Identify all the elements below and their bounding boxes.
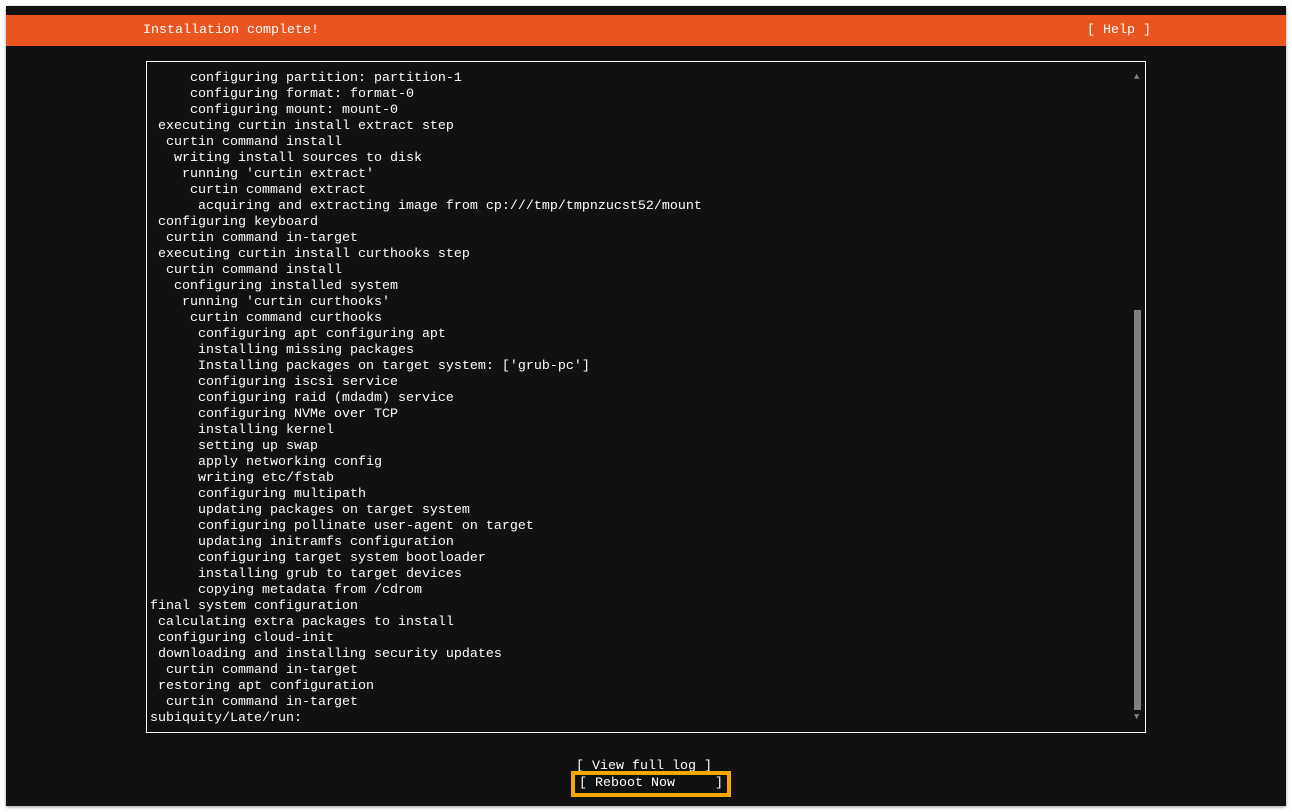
log-line: acquiring and extracting image from cp:/… <box>150 199 702 215</box>
log-line: writing etc/fstab <box>150 471 702 487</box>
log-line: curtin command in-target <box>150 231 702 247</box>
log-line: configuring pollinate user-agent on targ… <box>150 519 702 535</box>
log-line: executing curtin install curthooks step <box>150 247 702 263</box>
log-line: configuring raid (mdadm) service <box>150 391 702 407</box>
log-line: downloading and installing security upda… <box>150 647 702 663</box>
log-line: restoring apt configuration <box>150 679 702 695</box>
log-line: configuring keyboard <box>150 215 702 231</box>
reboot-now-button[interactable]: [ Reboot Now ] <box>571 771 731 797</box>
log-line: running 'curtin curthooks' <box>150 295 702 311</box>
log-line: configuring format: format-0 <box>150 87 702 103</box>
log-line: curtin command install <box>150 263 702 279</box>
log-line: curtin command extract <box>150 183 702 199</box>
log-line: running 'curtin extract' <box>150 167 702 183</box>
log-line: installing grub to target devices <box>150 567 702 583</box>
log-line: installing missing packages <box>150 343 702 359</box>
log-line: curtin command curthooks <box>150 311 702 327</box>
log-line: Installing packages on target system: ['… <box>150 359 702 375</box>
header-bar: Installation complete! [ Help ] <box>6 15 1286 46</box>
log-line: installing kernel <box>150 423 702 439</box>
scrollbar-thumb[interactable] <box>1134 310 1141 710</box>
log-line: executing curtin install extract step <box>150 119 702 135</box>
scroll-up-icon[interactable]: ▲ <box>1134 72 1139 82</box>
log-line: configuring multipath <box>150 487 702 503</box>
page-title: Installation complete! <box>143 15 319 46</box>
install-log-panel: configuring partition: partition-1 confi… <box>146 61 1146 733</box>
log-line: configuring iscsi service <box>150 375 702 391</box>
help-button[interactable]: [ Help ] <box>1087 15 1151 46</box>
log-line: subiquity/Late/run: <box>150 711 702 727</box>
log-line: configuring apt configuring apt <box>150 327 702 343</box>
log-line: curtin command install <box>150 135 702 151</box>
log-line: apply networking config <box>150 455 702 471</box>
log-line: configuring cloud-init <box>150 631 702 647</box>
log-line: configuring NVMe over TCP <box>150 407 702 423</box>
log-lines: configuring partition: partition-1 confi… <box>150 71 702 727</box>
log-line: updating packages on target system <box>150 503 702 519</box>
log-line: configuring installed system <box>150 279 702 295</box>
log-line: setting up swap <box>150 439 702 455</box>
log-line: curtin command in-target <box>150 663 702 679</box>
log-line: configuring target system bootloader <box>150 551 702 567</box>
log-line: configuring partition: partition-1 <box>150 71 702 87</box>
log-line: writing install sources to disk <box>150 151 702 167</box>
log-line: calculating extra packages to install <box>150 615 702 631</box>
scroll-down-icon[interactable]: ▼ <box>1134 712 1139 722</box>
installer-screen: Installation complete! [ Help ] configur… <box>6 6 1286 806</box>
log-line: curtin command in-target <box>150 695 702 711</box>
log-line: configuring mount: mount-0 <box>150 103 702 119</box>
log-line: updating initramfs configuration <box>150 535 702 551</box>
log-line: copying metadata from /cdrom <box>150 583 702 599</box>
scrollbar[interactable]: ▲ ▼ <box>1134 70 1142 722</box>
log-line: final system configuration <box>150 599 702 615</box>
